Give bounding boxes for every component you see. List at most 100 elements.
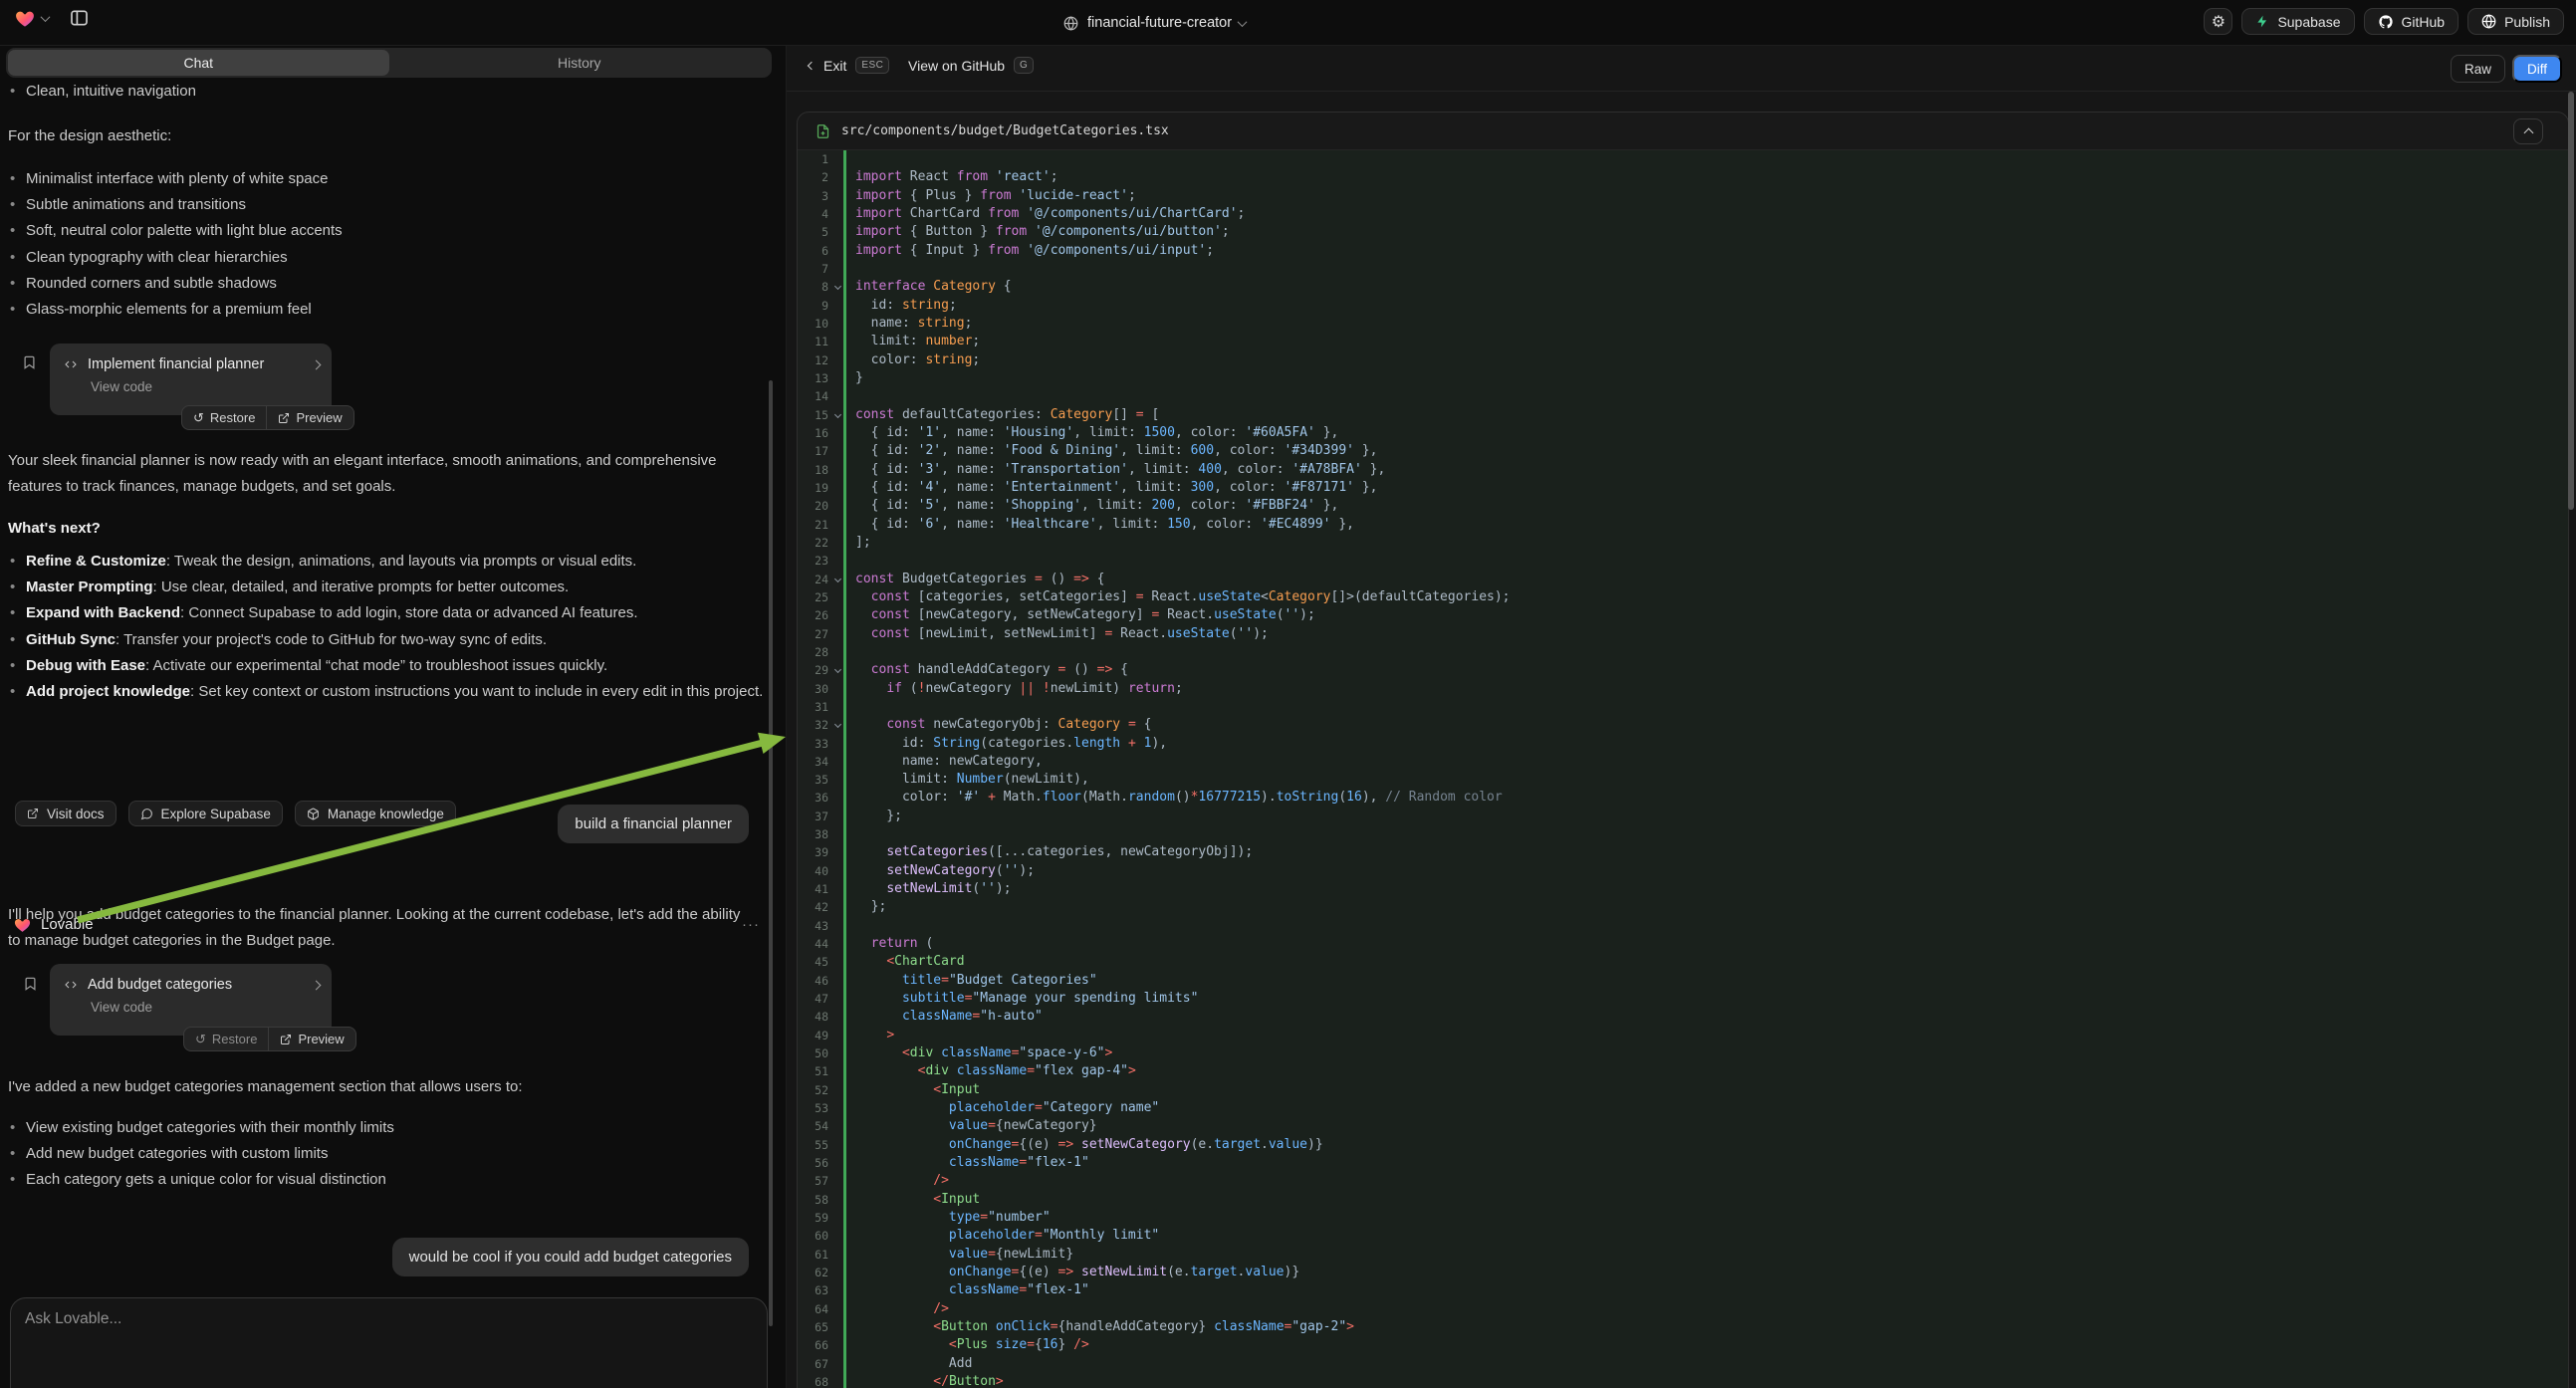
explore-supabase-button[interactable]: Explore Supabase xyxy=(128,801,283,826)
line-number[interactable]: 39 xyxy=(798,843,843,861)
restore-button[interactable]: ↺ Restore xyxy=(182,406,266,429)
preview-button[interactable]: Preview xyxy=(269,1028,354,1050)
line-number[interactable]: 10 xyxy=(798,315,843,333)
line-number[interactable]: 37 xyxy=(798,808,843,825)
line-number[interactable]: 19 xyxy=(798,479,843,497)
line-number[interactable]: 7 xyxy=(798,260,843,278)
view-code-link[interactable]: View code xyxy=(50,372,332,394)
line-number[interactable]: 24 xyxy=(798,571,843,588)
window-scrollbar[interactable] xyxy=(2568,92,2574,510)
line-number[interactable]: 48 xyxy=(798,1008,843,1026)
line-number[interactable]: 50 xyxy=(798,1044,843,1062)
view-code-link[interactable]: View code xyxy=(50,993,332,1015)
line-number[interactable]: 3 xyxy=(798,187,843,205)
line-number[interactable]: 22 xyxy=(798,534,843,552)
line-number[interactable]: 63 xyxy=(798,1281,843,1299)
bookmark-icon[interactable] xyxy=(22,354,37,370)
diff-toggle-button[interactable]: Diff xyxy=(2512,55,2562,83)
line-number[interactable]: 46 xyxy=(798,972,843,990)
line-number[interactable]: 25 xyxy=(798,588,843,606)
line-number[interactable]: 66 xyxy=(798,1336,843,1354)
line-number[interactable]: 26 xyxy=(798,606,843,624)
line-number[interactable]: 54 xyxy=(798,1117,843,1135)
exit-button[interactable]: Exit ESC xyxy=(809,57,889,74)
line-number[interactable]: 38 xyxy=(798,825,843,843)
manage-knowledge-button[interactable]: Manage knowledge xyxy=(295,801,456,826)
chat-scrollbar[interactable] xyxy=(769,380,773,1326)
fold-chevron-icon[interactable] xyxy=(834,576,841,582)
line-number[interactable]: 34 xyxy=(798,753,843,771)
line-number[interactable]: 59 xyxy=(798,1209,843,1227)
line-number[interactable]: 55 xyxy=(798,1136,843,1154)
bookmark-icon[interactable] xyxy=(23,976,38,992)
line-number[interactable]: 28 xyxy=(798,643,843,661)
line-number[interactable]: 58 xyxy=(798,1191,843,1209)
fold-chevron-icon[interactable] xyxy=(834,666,841,673)
github-button[interactable]: GitHub xyxy=(2364,8,2459,35)
line-number[interactable]: 21 xyxy=(798,516,843,534)
line-number[interactable]: 45 xyxy=(798,953,843,971)
line-number[interactable]: 23 xyxy=(798,552,843,570)
line-number[interactable]: 40 xyxy=(798,862,843,880)
lovable-logo-heart-icon[interactable] xyxy=(14,8,36,28)
line-number[interactable]: 67 xyxy=(798,1355,843,1373)
line-number[interactable]: 11 xyxy=(798,333,843,350)
line-number[interactable]: 17 xyxy=(798,442,843,460)
line-number[interactable]: 51 xyxy=(798,1062,843,1080)
line-number[interactable]: 42 xyxy=(798,898,843,916)
view-on-github-button[interactable]: View on GitHub G xyxy=(908,57,1034,74)
line-number[interactable]: 13 xyxy=(798,369,843,387)
line-number[interactable]: 15 xyxy=(798,406,843,424)
line-number[interactable]: 6 xyxy=(798,242,843,260)
tab-chat[interactable]: Chat xyxy=(8,50,389,76)
line-number[interactable]: 5 xyxy=(798,223,843,241)
line-number[interactable]: 30 xyxy=(798,680,843,698)
raw-toggle-button[interactable]: Raw xyxy=(2451,55,2505,83)
line-number[interactable]: 32 xyxy=(798,716,843,734)
line-number[interactable]: 18 xyxy=(798,461,843,479)
line-number[interactable]: 9 xyxy=(798,297,843,315)
line-number[interactable]: 20 xyxy=(798,497,843,515)
settings-button[interactable]: ⚙ xyxy=(2204,8,2232,35)
line-number[interactable]: 64 xyxy=(798,1300,843,1318)
line-number[interactable]: 1 xyxy=(798,150,843,168)
publish-button[interactable]: Publish xyxy=(2467,8,2564,35)
fold-chevron-icon[interactable] xyxy=(834,411,841,418)
line-number[interactable]: 47 xyxy=(798,990,843,1008)
line-number[interactable]: 41 xyxy=(798,880,843,898)
fold-chevron-icon[interactable] xyxy=(834,721,841,728)
restore-button[interactable]: ↺ Restore xyxy=(184,1028,268,1050)
line-number[interactable]: 65 xyxy=(798,1318,843,1336)
line-number[interactable]: 44 xyxy=(798,935,843,953)
line-number[interactable]: 62 xyxy=(798,1264,843,1281)
line-number[interactable]: 14 xyxy=(798,387,843,405)
line-number[interactable]: 12 xyxy=(798,351,843,369)
line-number[interactable]: 60 xyxy=(798,1227,843,1245)
line-number[interactable]: 16 xyxy=(798,424,843,442)
supabase-button[interactable]: Supabase xyxy=(2241,8,2354,35)
logo-chevron-down-icon[interactable] xyxy=(41,12,51,22)
line-number[interactable]: 68 xyxy=(798,1373,843,1388)
preview-button[interactable]: Preview xyxy=(267,406,352,429)
line-number[interactable]: 33 xyxy=(798,735,843,753)
fold-chevron-icon[interactable] xyxy=(834,283,841,290)
project-selector[interactable]: financial-future-creator xyxy=(1063,0,1246,46)
line-number[interactable]: 52 xyxy=(798,1081,843,1099)
line-number[interactable]: 53 xyxy=(798,1099,843,1117)
line-number[interactable]: 57 xyxy=(798,1172,843,1190)
line-number[interactable]: 49 xyxy=(798,1027,843,1044)
visit-docs-button[interactable]: Visit docs xyxy=(15,801,117,826)
line-number[interactable]: 27 xyxy=(798,625,843,643)
line-number[interactable]: 29 xyxy=(798,661,843,679)
line-number[interactable]: 8 xyxy=(798,278,843,296)
line-number[interactable]: 2 xyxy=(798,168,843,186)
file-header[interactable]: src/components/budget/BudgetCategories.t… xyxy=(798,113,2568,150)
line-number[interactable]: 35 xyxy=(798,771,843,789)
line-number[interactable]: 4 xyxy=(798,205,843,223)
line-number[interactable]: 31 xyxy=(798,698,843,716)
line-number[interactable]: 61 xyxy=(798,1246,843,1264)
chat-input[interactable] xyxy=(25,1310,742,1366)
version-card-add-budget-categories[interactable]: Add budget categories View code xyxy=(50,964,332,1036)
collapse-file-button[interactable] xyxy=(2513,118,2543,144)
toggle-sidebar-icon[interactable] xyxy=(69,8,90,28)
